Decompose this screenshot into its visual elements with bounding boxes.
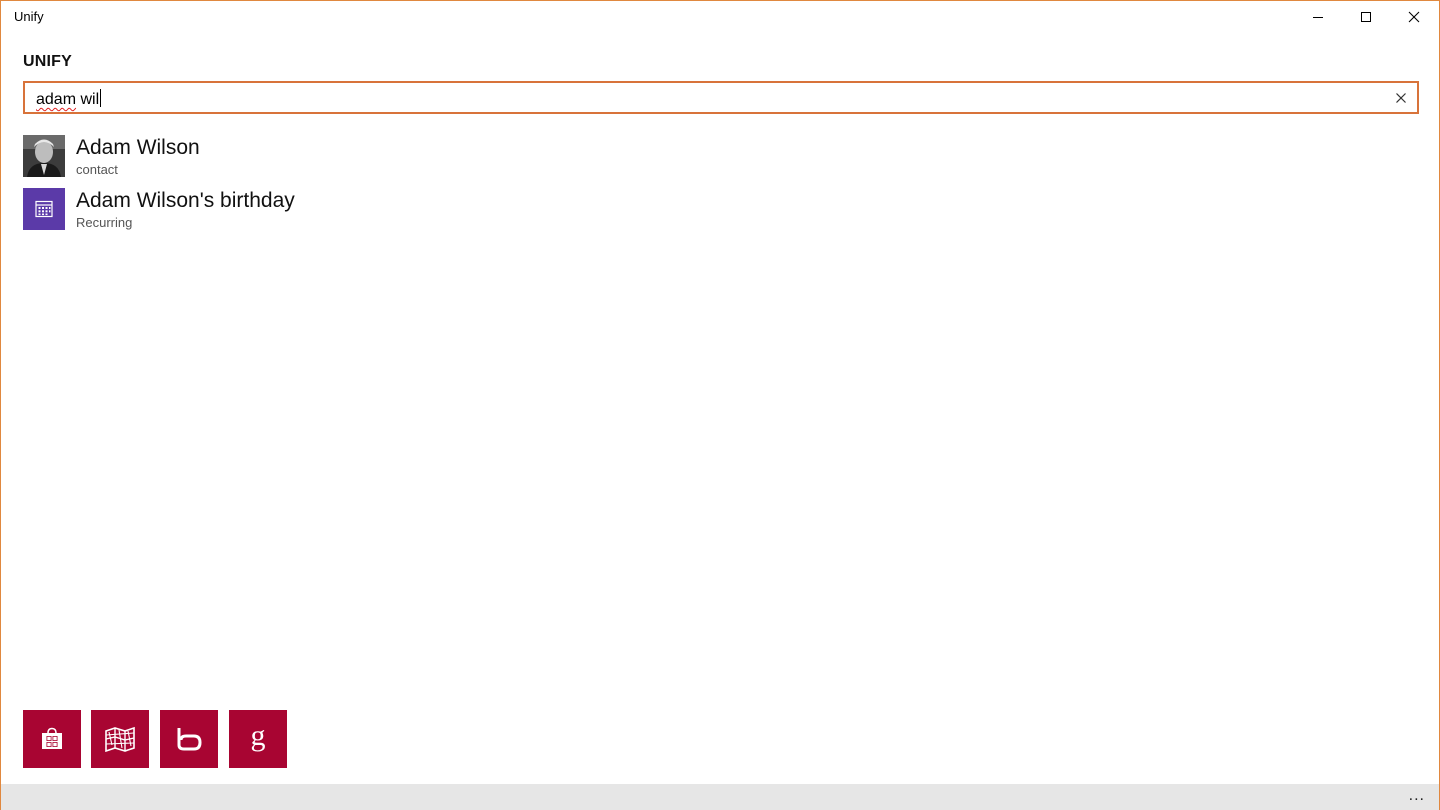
- maps-tile[interactable]: [91, 710, 149, 768]
- result-subtitle: contact: [76, 162, 118, 177]
- store-tile[interactable]: [23, 710, 81, 768]
- app-window: Unify UNIFY adam wil Adam Wilson contact…: [0, 0, 1440, 810]
- maximize-icon: [1361, 12, 1371, 22]
- calendar-icon: [23, 188, 65, 230]
- close-window-button[interactable]: [1390, 1, 1438, 33]
- result-title: Adam Wilson's birthday: [76, 189, 295, 212]
- minimize-icon: [1313, 17, 1323, 18]
- app-bar: ...: [1, 784, 1439, 810]
- svg-text:g: g: [251, 724, 266, 752]
- google-icon: g: [251, 724, 266, 752]
- result-subtitle: Recurring: [76, 215, 133, 230]
- bing-tile[interactable]: [160, 710, 218, 768]
- close-icon: [1396, 93, 1406, 103]
- search-input[interactable]: adam wil: [23, 81, 1419, 114]
- clear-search-button[interactable]: [1391, 88, 1411, 108]
- google-tile[interactable]: g: [229, 710, 287, 768]
- store-bag-icon: [42, 727, 62, 749]
- maximize-button[interactable]: [1342, 1, 1390, 33]
- close-icon: [1408, 11, 1420, 23]
- search-query-misspelled: adam: [36, 91, 77, 108]
- text-caret: [100, 89, 102, 107]
- result-title: Adam Wilson: [76, 136, 200, 159]
- more-options-button[interactable]: ...: [1409, 786, 1425, 806]
- result-item-contact[interactable]: Adam Wilson contact: [23, 135, 623, 179]
- window-title: Unify: [14, 9, 44, 24]
- minimize-button[interactable]: [1294, 1, 1342, 33]
- app-heading: UNIFY: [23, 53, 72, 70]
- search-query-rest: wil: [76, 91, 100, 108]
- maps-icon: [105, 726, 135, 752]
- bing-icon: [177, 728, 202, 751]
- search-query[interactable]: adam wil: [36, 89, 102, 109]
- title-bar[interactable]: Unify: [1, 1, 1439, 33]
- contact-photo: [23, 135, 65, 177]
- result-item-event[interactable]: Adam Wilson's birthday Recurring: [23, 188, 623, 232]
